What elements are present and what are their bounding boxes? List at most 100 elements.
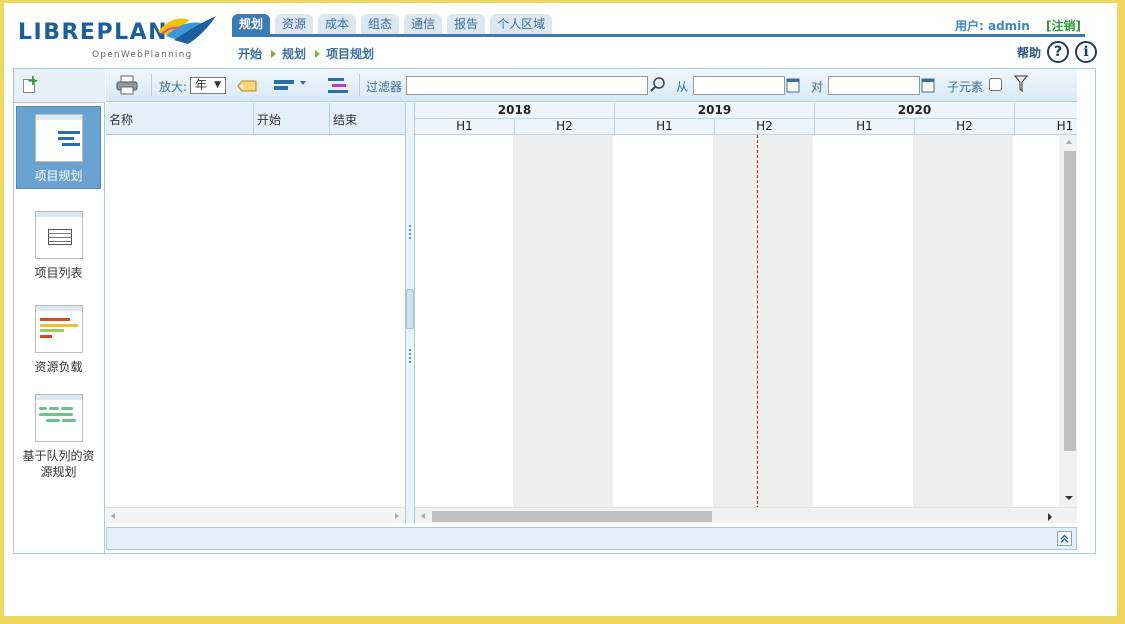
resource-load-icon (34, 305, 83, 353)
gantt-toolbar: 放大: 年 ▼ 过滤器 从 对 子元素 (106, 69, 1077, 102)
horizontal-scroll-thumb[interactable] (432, 511, 712, 522)
tab-communications[interactable]: 通信 (404, 14, 443, 35)
perspective-label: 项目规划 (34, 169, 83, 183)
today-marker-line (757, 135, 758, 509)
subelements-label: 子元素 (947, 80, 984, 94)
critical-path-icon[interactable] (327, 76, 349, 96)
question-icon[interactable]: ? (1047, 41, 1069, 63)
period-stripe (713, 135, 813, 509)
apply-filter-icon[interactable] (1014, 74, 1028, 94)
half-header: H1 (615, 119, 715, 135)
gantt-body[interactable] (415, 135, 1077, 509)
half-header: H1 (815, 119, 915, 135)
breadcrumb-start[interactable]: 开始 (238, 45, 262, 62)
perspective-resource-load[interactable]: 资源负载 (16, 305, 101, 381)
gantt-vertical-scrollbar[interactable] (1059, 135, 1077, 509)
breadcrumb-planning[interactable]: 规划 (282, 45, 306, 62)
perspective-project-list[interactable]: 项目列表 (16, 211, 101, 287)
user-label: 用户: (954, 19, 984, 33)
bird-logo-icon (158, 16, 216, 44)
gantt-horizontal-scrollbar[interactable] (415, 507, 1077, 523)
scroll-right-icon[interactable] (1048, 513, 1052, 521)
table-icon (34, 211, 83, 259)
zoom-value: 年 (195, 78, 208, 92)
column-end[interactable]: 结束 (330, 103, 405, 135)
perspectives-sidebar: + 项目规划 项目列表 资源负载 基于队列的资源规划 (14, 69, 105, 553)
tab-underline (232, 34, 1085, 37)
year-header: 2019 (615, 103, 815, 119)
search-icon[interactable] (649, 76, 667, 94)
perspective-label: 基于队列的资源规划 (22, 449, 95, 479)
half-header: H2 (915, 119, 1015, 135)
collapse-handle[interactable] (406, 289, 414, 329)
scroll-left-icon[interactable] (111, 513, 115, 519)
splitter-grip-icon (409, 349, 411, 363)
scroll-left-icon[interactable] (421, 513, 425, 519)
splitter-grip-icon (409, 225, 411, 239)
scroll-down-icon[interactable] (1065, 496, 1073, 500)
gantt-chart-area: 2018 2019 2020 H1 H2 H1 H2 H1 H2 H1 (415, 103, 1077, 523)
breadcrumb-project-planning: 项目规划 (326, 47, 375, 61)
scroll-right-icon[interactable] (395, 513, 399, 519)
print-icon[interactable] (116, 75, 138, 95)
tab-personal-area[interactable]: 个人区域 (490, 14, 553, 35)
calendar-icon[interactable] (786, 77, 800, 93)
libreplan-logo[interactable]: LIBREPLAN OpenWebPlanning (18, 12, 218, 66)
tab-planning[interactable]: 规划 (232, 14, 271, 35)
main-tabs: 规划 资源 成本 组态 通信 报告 个人区域 (232, 14, 553, 35)
task-list-scrollbar[interactable] (106, 507, 405, 523)
perspective-label: 资源负载 (34, 360, 83, 374)
queue-planning-icon (34, 394, 83, 442)
column-name[interactable]: 名称 (106, 103, 254, 135)
label-icon[interactable] (236, 78, 258, 94)
column-start[interactable]: 开始 (254, 103, 330, 135)
toolbar-separator (359, 74, 360, 96)
user-name: admin (987, 19, 1030, 33)
zoom-select[interactable]: 年 ▼ (190, 77, 226, 94)
new-project-button[interactable]: + (14, 69, 105, 103)
vertical-scroll-thumb[interactable] (1064, 151, 1076, 451)
filter-label: 过滤器 (366, 80, 403, 94)
gantt-icon (34, 114, 83, 162)
show-progress-icon[interactable] (272, 78, 312, 92)
zoom-label: 放大: (159, 80, 188, 94)
breadcrumb-arrow-icon (315, 49, 321, 58)
page: LIBREPLAN OpenWebPlanning 规划 资源 成本 组态 通信… (4, 3, 1117, 616)
bottom-panel-bar (106, 527, 1077, 550)
half-header: H1 (1015, 119, 1077, 135)
to-date-input[interactable] (828, 76, 920, 95)
breadcrumb: 开始 规划 项目规划 (238, 45, 374, 62)
subelements-checkbox[interactable] (989, 78, 1002, 91)
half-header: H1 (415, 119, 515, 135)
help-area: 帮助 ? i (1017, 41, 1097, 63)
half-header: H2 (515, 119, 615, 135)
from-date-input[interactable] (693, 76, 785, 95)
user-info: 用户: admin [注销] (955, 17, 1081, 34)
filter-input[interactable] (406, 76, 648, 95)
toolbar-separator (151, 74, 152, 96)
period-stripe (913, 135, 1013, 509)
tab-configuration[interactable]: 组态 (361, 14, 400, 35)
scroll-up-icon[interactable] (1066, 140, 1072, 144)
plus-icon: + (27, 73, 39, 89)
period-stripe (513, 135, 613, 509)
logo-text: LIBREPLAN (18, 20, 169, 45)
info-icon[interactable]: i (1075, 41, 1097, 63)
logout-link[interactable]: [注销] (1046, 19, 1081, 33)
calendar-icon[interactable] (921, 77, 935, 93)
logo-subtitle: OpenWebPlanning (92, 50, 193, 60)
tab-resources[interactable]: 资源 (275, 14, 314, 35)
help-label[interactable]: 帮助 (1017, 44, 1041, 61)
breadcrumb-arrow-icon (271, 49, 277, 58)
pane-splitter[interactable] (405, 103, 415, 523)
perspective-queue-planning[interactable]: 基于队列的资源规划 (16, 394, 101, 484)
year-header (1015, 103, 1077, 119)
expand-panel-button[interactable] (1057, 531, 1072, 546)
task-list-pane: 名称 开始 结束 (106, 103, 405, 523)
tab-costs[interactable]: 成本 (318, 14, 357, 35)
perspective-project-planning[interactable]: 项目规划 (16, 106, 101, 189)
double-chevron-up-icon (1060, 534, 1069, 544)
perspective-label: 项目列表 (34, 266, 83, 280)
chevron-down-icon: ▼ (214, 80, 221, 90)
tab-reports[interactable]: 报告 (447, 14, 486, 35)
